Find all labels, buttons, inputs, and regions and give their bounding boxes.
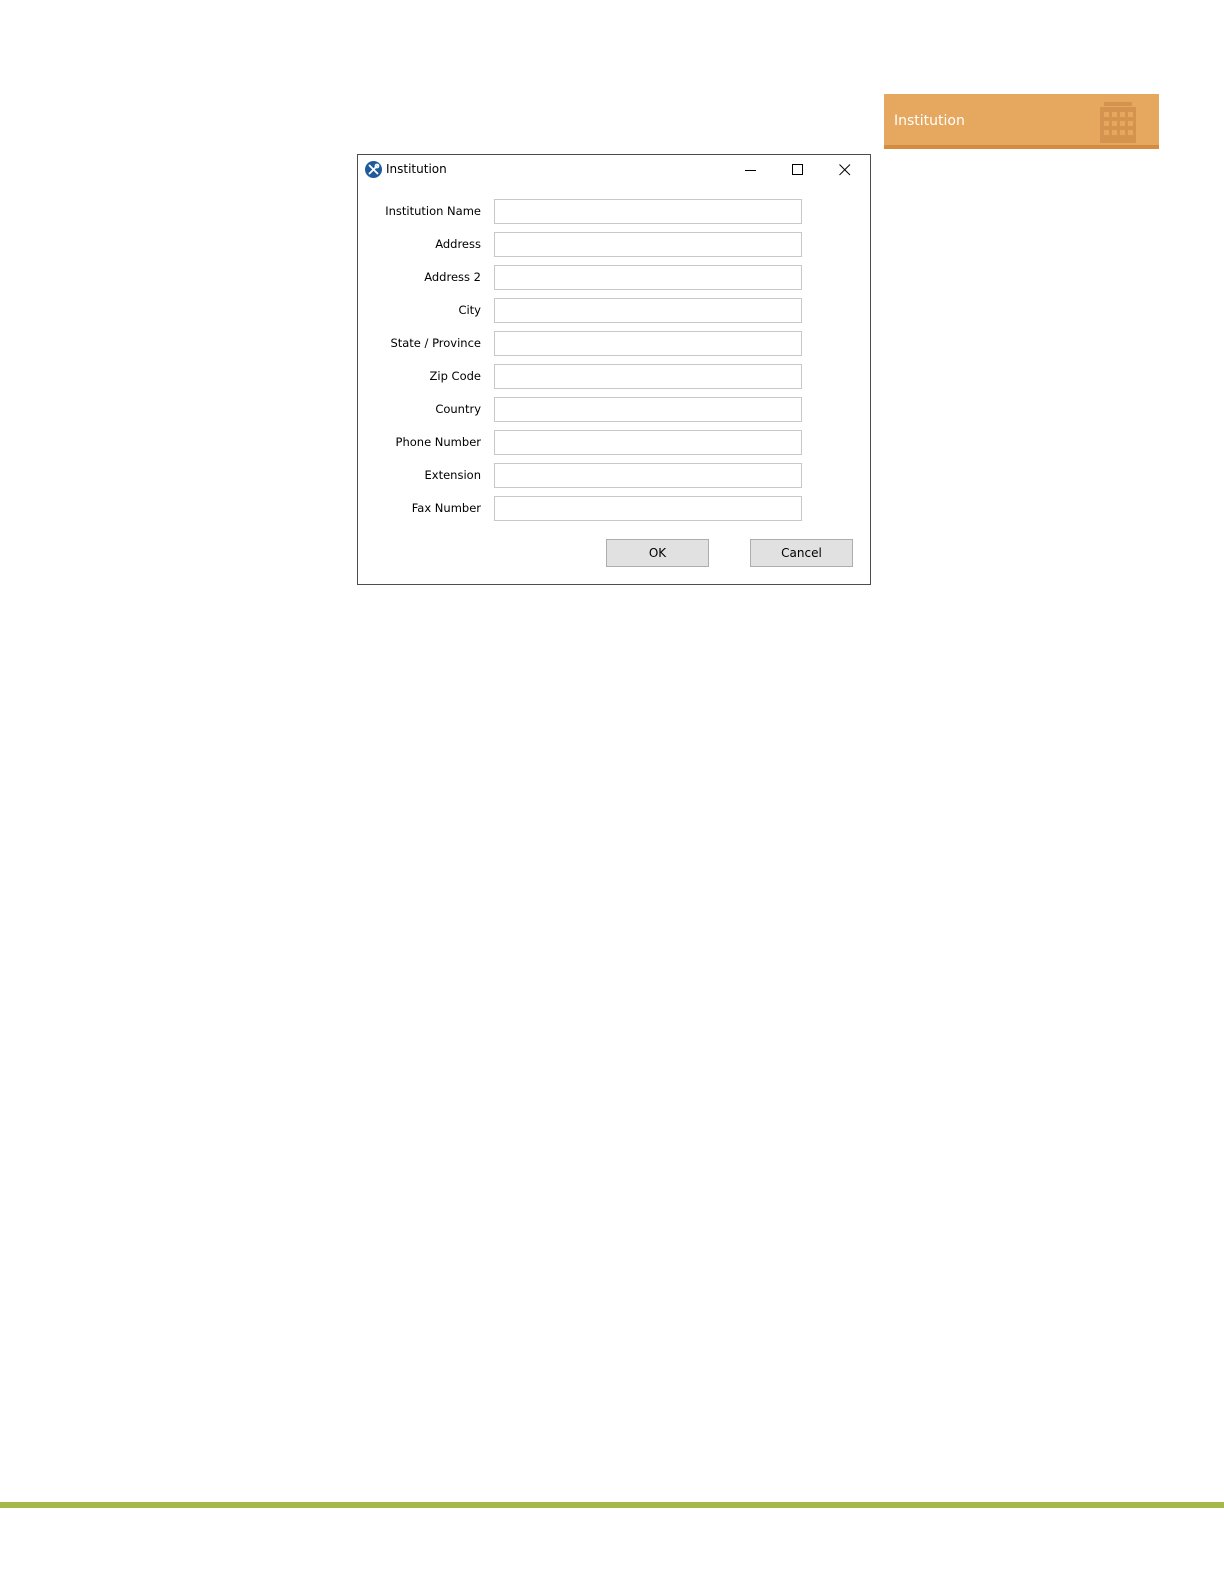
ok-button[interactable]: OK [606, 539, 709, 567]
institution-name-label: Institution Name [385, 204, 481, 218]
address-2-field[interactable] [494, 265, 802, 290]
institution-dialog: Institution Institution Name Address Add… [357, 154, 871, 585]
building-icon [1100, 102, 1136, 143]
address-label: Address [435, 237, 481, 251]
minimize-button[interactable] [731, 157, 771, 183]
form-row-phone-number: Phone Number [358, 430, 870, 456]
wrench-screwdriver-icon [365, 161, 382, 178]
state-province-field[interactable] [494, 331, 802, 356]
form-row-address: Address [358, 232, 870, 258]
form-row-city: City [358, 298, 870, 324]
footer-rule [0, 1502, 1224, 1508]
zip-code-label: Zip Code [429, 369, 481, 383]
country-field[interactable] [494, 397, 802, 422]
country-label: Country [435, 402, 481, 416]
cancel-button[interactable]: Cancel [750, 539, 853, 567]
form-row-extension: Extension [358, 463, 870, 489]
fax-number-field[interactable] [494, 496, 802, 521]
minimize-icon [745, 170, 756, 171]
city-label: City [458, 303, 481, 317]
window-title: Institution [386, 162, 447, 176]
extension-label: Extension [424, 468, 481, 482]
institution-name-field[interactable] [494, 199, 802, 224]
state-province-label: State / Province [390, 336, 481, 350]
section-banner: Institution [884, 94, 1159, 149]
form-row-address-2: Address 2 [358, 265, 870, 291]
zip-code-field[interactable] [494, 364, 802, 389]
form-row-state-province: State / Province [358, 331, 870, 357]
address-field[interactable] [494, 232, 802, 257]
phone-number-label: Phone Number [395, 435, 481, 449]
maximize-icon [792, 164, 803, 175]
titlebar[interactable]: Institution [358, 155, 870, 185]
city-field[interactable] [494, 298, 802, 323]
section-banner-label: Institution [894, 113, 965, 129]
form-row-zip-code: Zip Code [358, 364, 870, 390]
form-row-country: Country [358, 397, 870, 423]
form-row-fax-number: Fax Number [358, 496, 870, 522]
maximize-button[interactable] [778, 157, 818, 183]
phone-number-field[interactable] [494, 430, 802, 455]
close-button[interactable] [825, 157, 865, 183]
close-icon [839, 164, 851, 176]
address-2-label: Address 2 [424, 270, 481, 284]
form-row-institution-name: Institution Name [358, 199, 870, 225]
extension-field[interactable] [494, 463, 802, 488]
fax-number-label: Fax Number [411, 501, 481, 515]
